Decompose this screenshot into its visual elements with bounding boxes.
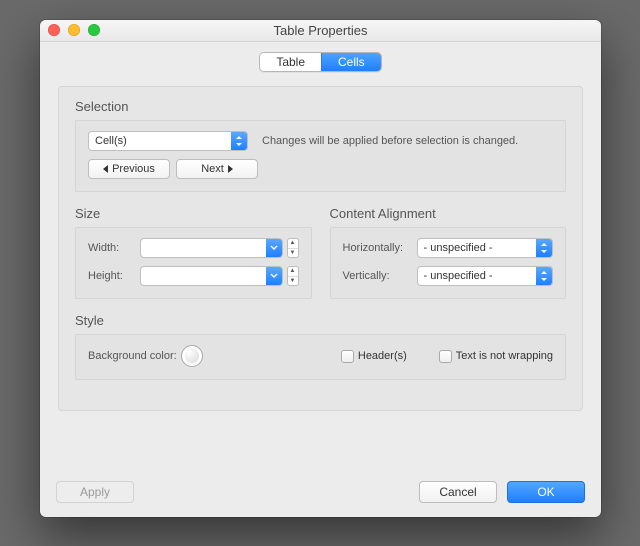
dialog-window: Table Properties Table Cells Selection C… [40,20,601,517]
width-stepper[interactable]: ▲ ▼ [287,238,299,258]
section-style: Background color: Header(s) Text is not … [75,334,566,380]
horiz-label: Horizontally: [343,242,417,254]
width-label: Width: [88,242,140,254]
updown-icon [536,239,552,257]
stepper-down-icon: ▼ [288,277,298,286]
header-checkbox-label: Header(s) [358,350,407,362]
zoom-button[interactable] [88,24,100,36]
height-label: Height: [88,270,140,282]
vert-combo[interactable]: - unspecified - [417,266,554,286]
next-label: Next [201,160,224,178]
selection-scope-combo[interactable]: Cell(s) [88,131,248,151]
chevron-down-icon [266,239,282,257]
nowrap-checkbox-label: Text is not wrapping [456,350,553,362]
minimize-button[interactable] [68,24,80,36]
section-heading-alignment: Content Alignment [330,206,567,221]
horiz-value: - unspecified - [418,239,537,257]
traffic-lights [48,24,100,36]
window-title: Table Properties [274,23,368,38]
dialog-footer: Apply Cancel OK [40,469,601,517]
tabbar: Table Cells [40,42,601,86]
stepper-up-icon: ▲ [288,239,298,249]
close-button[interactable] [48,24,60,36]
vert-value: - unspecified - [418,267,537,285]
section-selection: Cell(s) Changes will be applied before s… [75,120,566,192]
stepper-up-icon: ▲ [288,267,298,277]
section-alignment: Horizontally: - unspecified - Vertically… [330,227,567,299]
ok-button[interactable]: OK [507,481,585,503]
section-heading-size: Size [75,206,312,221]
checkbox-icon [439,350,452,363]
height-value [141,267,266,285]
cancel-button[interactable]: Cancel [419,481,497,503]
nowrap-checkbox[interactable]: Text is not wrapping [439,350,553,363]
height-stepper[interactable]: ▲ ▼ [287,266,299,286]
bg-color-well[interactable] [181,345,203,367]
previous-button[interactable]: Previous [88,159,170,179]
triangle-right-icon [228,165,233,173]
vert-label: Vertically: [343,270,417,282]
width-value [141,239,266,257]
updown-icon [536,267,552,285]
titlebar: Table Properties [40,20,601,42]
content-panel: Selection Cell(s) Changes will be applie… [58,86,583,411]
next-button[interactable]: Next [176,159,258,179]
selection-hint: Changes will be applied before selection… [262,135,518,147]
section-size: Width: ▲ ▼ Height: [75,227,312,299]
apply-button[interactable]: Apply [56,481,134,503]
chevron-down-icon [266,267,282,285]
bg-color-label: Background color: [88,350,177,362]
previous-label: Previous [112,160,155,178]
section-heading-style: Style [75,313,566,328]
updown-icon [231,132,247,150]
section-heading-selection: Selection [75,99,566,114]
checkbox-icon [341,350,354,363]
horiz-combo[interactable]: - unspecified - [417,238,554,258]
width-combo[interactable] [140,238,283,258]
selection-scope-value: Cell(s) [89,132,231,150]
segmented-control: Table Cells [259,52,381,72]
tab-table[interactable]: Table [260,53,321,71]
triangle-left-icon [103,165,108,173]
tab-cells[interactable]: Cells [321,53,381,71]
header-checkbox[interactable]: Header(s) [341,350,407,363]
stepper-down-icon: ▼ [288,249,298,258]
height-combo[interactable] [140,266,283,286]
